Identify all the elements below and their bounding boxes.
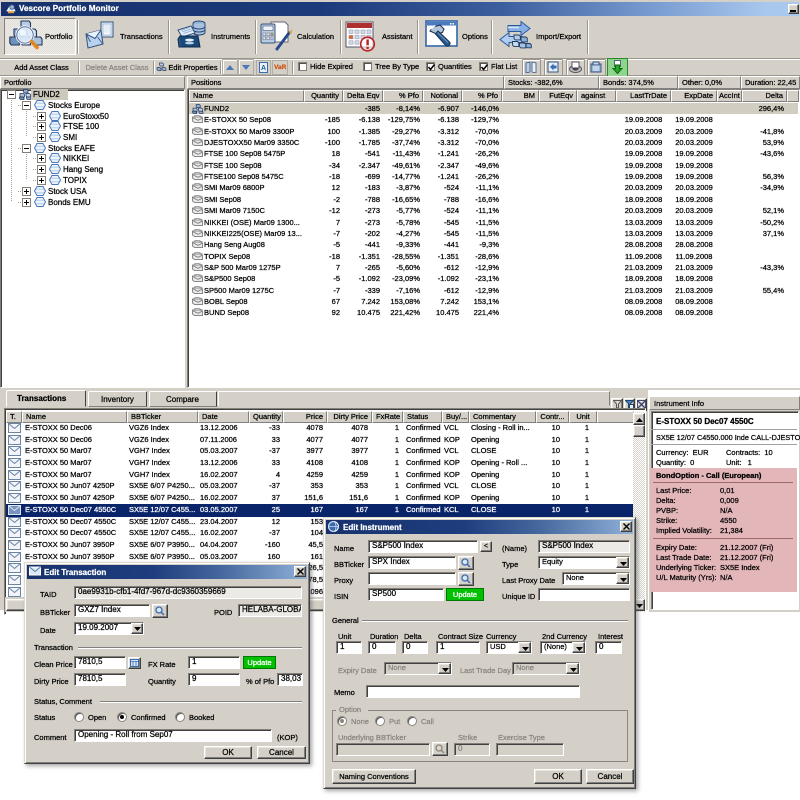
svg-text:A: A — [261, 65, 266, 72]
